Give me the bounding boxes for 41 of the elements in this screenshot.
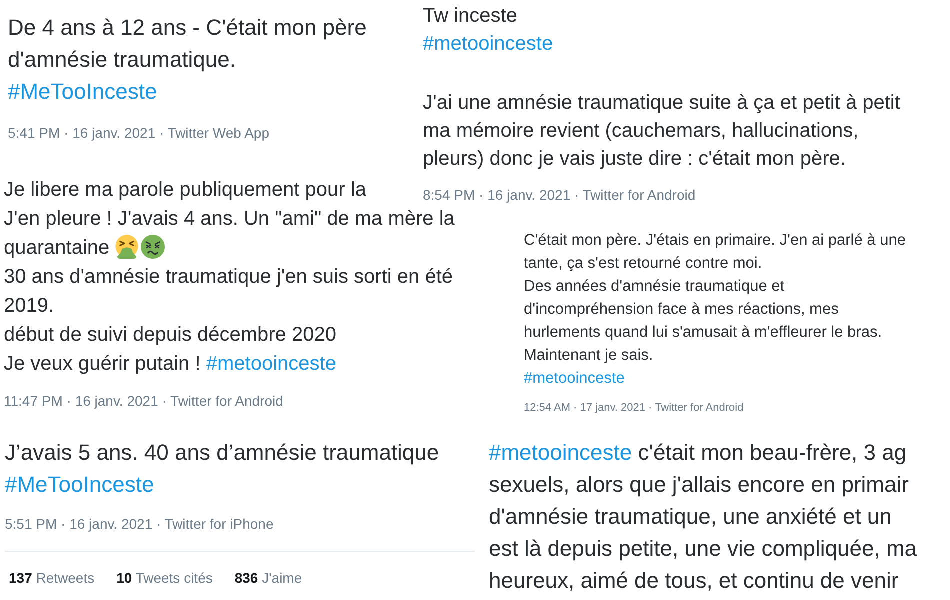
tweet-text: J'ai une amnésie traumatique suite à ça et petit à petit bbox=[423, 92, 900, 114]
tweet-text: pleurs) donc je vais juste dire : c'était mon père. bbox=[423, 148, 846, 170]
tweet-text: Maintenant je sais. bbox=[524, 347, 654, 364]
tweet-timestamp: 5:51 PM · 16 janv. 2021 · Twitter for iPhone bbox=[5, 515, 275, 534]
tweet-text: début de suivi depuis décembre 2020 bbox=[4, 324, 336, 346]
hashtag-link[interactable]: #metooinceste bbox=[489, 440, 632, 465]
tweet-text: Je libere ma parole publiquement pour la bbox=[4, 179, 366, 201]
tweet-text: C'était mon père. J'étais en primaire. J'en ai parlé à une bbox=[524, 232, 906, 249]
tweet-text: hurlements quand lui s'amusait à m'effleurer le bras. bbox=[524, 324, 882, 341]
tweet-text: J’avais 5 ans. 40 ans d’amnésie traumatique bbox=[5, 440, 440, 465]
tweet-timestamp: 8:54 PM · 16 janv. 2021 · Twitter for Android bbox=[423, 186, 697, 205]
hashtag-link[interactable]: #MeTooInceste bbox=[8, 79, 158, 104]
tweet-text: d'amnésie traumatique, une anxiété et un bbox=[489, 504, 892, 529]
tweet-text: est là depuis petite, une vie compliquée, ma bbox=[489, 536, 918, 561]
tweet-text: 2019. bbox=[4, 295, 54, 317]
tweet-text: heureux, aimé de tous, et continu de venir bbox=[489, 568, 899, 593]
tweet-timestamp: 5:41 PM · 16 janv. 2021 · Twitter Web App bbox=[8, 124, 270, 143]
tweet-text: 30 ans d'amnésie traumatique j'en suis sorti en été bbox=[4, 266, 454, 288]
tweet-text: d'amnésie traumatique. bbox=[8, 47, 236, 72]
tweet-text: Tw inceste bbox=[423, 5, 518, 27]
vomiting-face-icon bbox=[115, 235, 140, 259]
tweet-text: De 4 ans à 12 ans - C'était mon père bbox=[8, 15, 367, 40]
engagement-stat-link[interactable]: 137 Retweets bbox=[9, 568, 95, 588]
hashtag-link[interactable]: #metooinceste bbox=[206, 353, 336, 375]
tweet-text: d'incompréhension face à mes réactions, mes bbox=[524, 301, 839, 318]
tweet-timestamp: 12:54 AM · 17 janv. 2021 · Twitter for Android bbox=[524, 401, 745, 416]
tweet-text: Des années d'amnésie traumatique et bbox=[524, 278, 785, 295]
tweet-text: c'était mon beau-frère, 3 ag bbox=[638, 440, 907, 465]
tweet-text: tante, ça s'est retourné contre moi. bbox=[524, 255, 762, 272]
engagement-stat-link[interactable]: 10 Tweets cités bbox=[116, 568, 213, 588]
tweet-text: ma mémoire revient (cauchemars, hallucinations, bbox=[423, 120, 859, 142]
hashtag-link[interactable]: #metooinceste bbox=[423, 33, 554, 55]
tweet-text: sexuels, alors que j'allais encore en primair bbox=[489, 472, 909, 497]
nauseated-face-icon bbox=[141, 235, 166, 259]
tweet-text: Je veux guérir putain ! bbox=[4, 353, 201, 375]
hashtag-link[interactable]: #metooinceste bbox=[524, 370, 625, 387]
tweet-text: quarantaine bbox=[4, 237, 110, 259]
hashtag-link[interactable]: #MeTooInceste bbox=[5, 472, 154, 497]
tweet-text: J'en pleure ! J'avais 4 ans. Un "ami" de ma mère la bbox=[4, 208, 455, 230]
engagement-stat-link[interactable]: 836 J'aime bbox=[234, 568, 302, 588]
tweet-timestamp: 11:47 PM · 16 janv. 2021 · Twitter for Android bbox=[4, 392, 284, 411]
